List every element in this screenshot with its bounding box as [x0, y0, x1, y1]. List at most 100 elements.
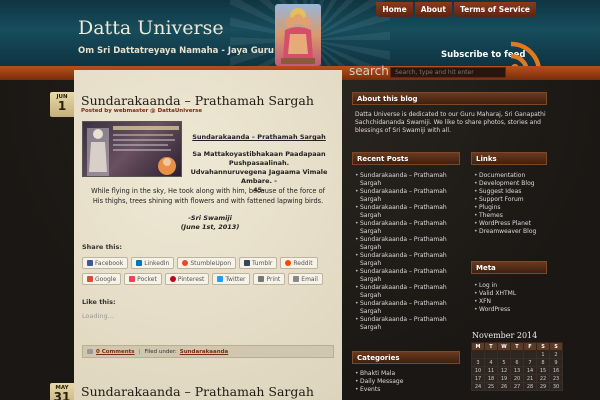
- calendar-cell: 13: [510, 366, 524, 375]
- comments-link[interactable]: 0 Comments: [96, 349, 135, 355]
- category-item[interactable]: Bhakti Mala: [355, 370, 460, 378]
- about-widget-text: Datta Universe is dedicated to our Guru …: [355, 111, 546, 134]
- excerpt-signature: -Sri Swamiji (June 1st, 2013): [150, 214, 270, 232]
- calendar-day-header: F: [523, 342, 537, 351]
- excerpt-title: Sundarakaanda – Prathamah Sargah: [192, 133, 326, 141]
- calendar-cell: 5: [497, 358, 511, 367]
- calendar-cell: 4: [484, 358, 498, 367]
- calendar-day-header: W: [497, 342, 511, 351]
- calendar-cell: 22: [536, 374, 550, 383]
- deity-illustration: [281, 8, 315, 64]
- pocket-icon: [129, 276, 136, 282]
- like-label: Like this:: [82, 298, 116, 306]
- calendar-cell: 9: [549, 358, 563, 367]
- calendar-cell: 8: [536, 358, 550, 367]
- calendar-day-header: S: [549, 342, 563, 351]
- share-buttons-row-2: Google Pocket Pinterest Twitter Print Em…: [82, 273, 323, 285]
- calendar-title: November 2014: [472, 331, 538, 340]
- calendar-cell: 2: [549, 350, 563, 359]
- link-item[interactable]: Documentation: [474, 172, 548, 180]
- share-buttons-row-1: Facebook LinkedIn StumbleUpon Tumblr Red…: [82, 257, 318, 269]
- verse-line: Pushpasaalinah.: [228, 159, 290, 167]
- link-item[interactable]: Development Blog: [474, 180, 548, 188]
- share-email-button[interactable]: Email: [288, 273, 323, 285]
- recent-post-link[interactable]: Sundarakaanda – Prathamah Sargah: [355, 268, 460, 284]
- twitter-icon: [217, 276, 224, 282]
- recent-post-link[interactable]: Sundarakaanda – Prathamah Sargah: [355, 284, 460, 300]
- recent-post-link[interactable]: Sundarakaanda – Prathamah Sargah: [355, 204, 460, 220]
- meta-item[interactable]: WordPress: [474, 306, 548, 314]
- post-meta: Posted by webmaster @ DattaUniverse: [81, 108, 203, 114]
- share-print-button[interactable]: Print: [253, 273, 286, 285]
- post-title[interactable]: Sundarakaanda – Prathamah Sargah: [81, 384, 314, 399]
- calendar-cell: 23: [549, 374, 563, 383]
- post-day: 1: [57, 99, 67, 113]
- recent-post-link[interactable]: Sundarakaanda – Prathamah Sargah: [355, 300, 460, 316]
- calendar-cell: 21: [523, 374, 537, 383]
- calendar-cell: 26: [497, 382, 511, 391]
- post-thumbnail-illustration: [87, 126, 179, 176]
- category-item[interactable]: Daily Message: [355, 378, 460, 386]
- link-item[interactable]: Dreamweaver Blog: [474, 228, 548, 236]
- calendar-cell: 29: [536, 382, 550, 391]
- recent-post-link[interactable]: Sundarakaanda – Prathamah Sargah: [355, 316, 460, 332]
- link-item[interactable]: Support Forum: [474, 196, 548, 204]
- share-reddit-button[interactable]: Reddit: [280, 257, 318, 269]
- link-item[interactable]: Themes: [474, 212, 548, 220]
- recent-posts-title: Recent Posts: [352, 152, 460, 165]
- link-item[interactable]: WordPress Planet: [474, 220, 548, 228]
- nav-terms[interactable]: Terms of Service: [453, 2, 536, 17]
- nav-about[interactable]: About: [414, 2, 452, 17]
- share-linkedin-button[interactable]: LinkedIn: [131, 257, 175, 269]
- site-tagline: Om Sri Dattatreyaya Namaha - Jaya Guru D…: [78, 46, 308, 56]
- verse-line: Sa Mattakoyastibhakaan Paadapaan: [192, 150, 326, 158]
- share-tumblr-button[interactable]: Tumblr: [239, 257, 278, 269]
- recent-post-link[interactable]: Sundarakaanda – Prathamah Sargah: [355, 172, 460, 188]
- link-item[interactable]: Plugins: [474, 204, 548, 212]
- site-title[interactable]: Datta Universe: [78, 17, 224, 39]
- post-thumbnail-image[interactable]: [82, 121, 182, 177]
- calendar-day-header: T: [510, 342, 524, 351]
- recent-post-link[interactable]: Sundarakaanda – Prathamah Sargah: [355, 252, 460, 268]
- calendar-cell: 6: [510, 358, 524, 367]
- search-label: search: [349, 64, 389, 78]
- search-input[interactable]: [390, 67, 506, 78]
- link-item[interactable]: Suggest Ideas: [474, 188, 548, 196]
- category-link[interactable]: Sundarakaanda: [180, 349, 229, 355]
- recent-post-link[interactable]: Sundarakaanda – Prathamah Sargah: [355, 188, 460, 204]
- share-facebook-button[interactable]: Facebook: [82, 257, 129, 269]
- share-twitter-button[interactable]: Twitter: [212, 273, 251, 285]
- google-plus-icon: [87, 276, 93, 282]
- share-google-button[interactable]: Google: [82, 273, 122, 285]
- nav-home[interactable]: Home: [376, 2, 413, 17]
- top-navigation: Home About Terms of Service: [376, 2, 536, 17]
- meta-item[interactable]: Valid XHTML: [474, 290, 548, 298]
- meta-item[interactable]: XFN: [474, 298, 548, 306]
- signature-date: (June 1st, 2013): [180, 223, 240, 231]
- calendar-cell: 14: [523, 366, 537, 375]
- categories-widget-title: Categories: [352, 351, 460, 364]
- share-pinterest-button[interactable]: Pinterest: [164, 273, 210, 285]
- calendar-cell: [484, 350, 498, 359]
- recent-post-link[interactable]: Sundarakaanda – Prathamah Sargah: [355, 236, 460, 252]
- categories-list: Bhakti Mala Daily Message Events: [355, 370, 460, 394]
- calendar-cell: 27: [510, 382, 524, 391]
- meta-widget-title: Meta: [471, 261, 547, 274]
- calendar-cell: [497, 350, 511, 359]
- calendar-cell: 17: [471, 374, 485, 383]
- calendar-cell: 12: [497, 366, 511, 375]
- post-title[interactable]: Sundarakaanda – Prathamah Sargah: [81, 93, 314, 108]
- category-item[interactable]: Events: [355, 386, 460, 394]
- recent-post-link[interactable]: Sundarakaanda – Prathamah Sargah: [355, 220, 460, 236]
- facebook-icon: [87, 260, 93, 266]
- share-pocket-button[interactable]: Pocket: [124, 273, 162, 285]
- calendar-cell: 11: [484, 366, 498, 375]
- meta-item[interactable]: Log in: [474, 282, 548, 290]
- filed-under-label: Filed under:: [144, 348, 177, 355]
- calendar-cell: 28: [523, 382, 537, 391]
- reddit-icon: [285, 260, 292, 266]
- share-stumbleupon-button[interactable]: StumbleUpon: [177, 257, 237, 269]
- calendar-cell: 24: [471, 382, 485, 391]
- excerpt-translation: While flying in the sky, He took along w…: [91, 187, 325, 205]
- calendar-cell: 3: [471, 358, 485, 367]
